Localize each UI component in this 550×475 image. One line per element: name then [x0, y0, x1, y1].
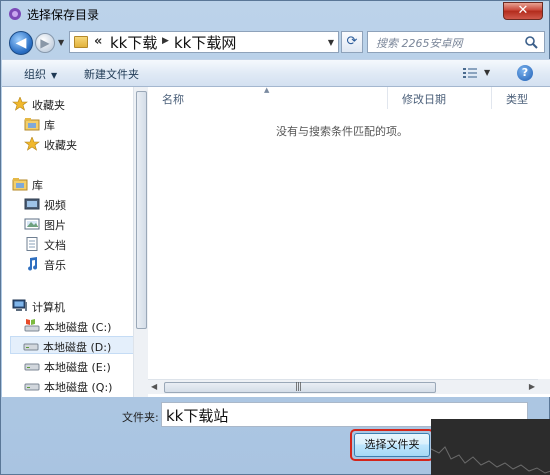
- sidebar-item-favorites-sub[interactable]: 收藏夹: [24, 135, 144, 153]
- sidebar-item-music[interactable]: 音乐: [24, 255, 144, 273]
- address-bar[interactable]: « kk下载 ▶ kk下载网 ▼: [69, 31, 339, 53]
- sidebar-item-libraries[interactable]: 库: [12, 175, 132, 193]
- help-button[interactable]: ?: [517, 65, 533, 81]
- scroll-corner: [538, 379, 550, 394]
- horizontal-scroll-thumb[interactable]: |||: [164, 382, 436, 393]
- folder-label: 文件夹:: [122, 411, 159, 424]
- navigation-row: ◀ ▶ ▼ « kk下载 ▶ kk下载网 ▼ ⟳ 搜索 2265安卓网: [5, 29, 547, 57]
- drive-icon: [23, 343, 39, 351]
- sidebar-item-favorites[interactable]: 收藏夹: [12, 95, 132, 113]
- sidebar-item-videos[interactable]: 视频: [24, 195, 144, 213]
- sidebar-item-drive-e[interactable]: 本地磁盘 (E:): [24, 357, 144, 375]
- video-icon: [24, 198, 40, 210]
- select-folder-highlight: 选择文件夹: [350, 429, 434, 461]
- back-arrow-icon: ◀: [15, 35, 27, 51]
- drive-icon: [24, 319, 40, 332]
- sort-ascending-icon: ▲: [264, 86, 270, 94]
- star-icon: [12, 97, 28, 111]
- new-folder-button[interactable]: 新建文件夹: [84, 66, 139, 82]
- select-folder-button[interactable]: 选择文件夹: [354, 433, 430, 457]
- sidebar-item-drive-c[interactable]: 本地磁盘 (C:): [24, 317, 144, 335]
- dialog-window: 选择保存目录 ✕ ◀ ▶ ▼ « kk下载 ▶ kk下载网 ▼ ⟳ 搜索 226…: [0, 0, 550, 475]
- column-header-modified[interactable]: 修改日期: [388, 87, 492, 109]
- breadcrumb-separator-icon[interactable]: ▶: [162, 36, 169, 46]
- chevron-down-icon: ▼: [51, 71, 58, 80]
- column-header-type[interactable]: 类型: [492, 87, 550, 109]
- library-icon: [12, 178, 28, 191]
- close-icon: ✕: [517, 3, 529, 18]
- library-icon: [24, 118, 40, 131]
- view-dropdown-icon[interactable]: ▼: [484, 68, 490, 77]
- breadcrumb-item[interactable]: kk下载网: [174, 32, 236, 53]
- breadcrumb-item[interactable]: kk下载: [110, 32, 157, 53]
- sidebar-scroll-thumb[interactable]: [136, 91, 147, 329]
- background-area: [431, 419, 550, 475]
- forward-button[interactable]: ▶: [35, 33, 55, 53]
- address-prefix[interactable]: «: [94, 34, 102, 49]
- column-header-name[interactable]: 名称 ▲: [148, 86, 388, 109]
- document-icon: [26, 237, 38, 251]
- sidebar-item-pictures[interactable]: 图片: [24, 215, 144, 233]
- help-icon: ?: [521, 66, 529, 79]
- back-button[interactable]: ◀: [9, 31, 33, 55]
- sidebar-item-drive-d[interactable]: 本地磁盘 (D:): [10, 336, 134, 354]
- sidebar-item-drive-q[interactable]: 本地磁盘 (Q:): [24, 377, 144, 395]
- organize-button[interactable]: 组织 ▼: [24, 66, 57, 82]
- refresh-button[interactable]: ⟳: [341, 31, 363, 53]
- waveform-graphic: [431, 446, 550, 474]
- app-icon: [9, 8, 21, 20]
- scroll-right-icon[interactable]: ▶: [529, 382, 535, 391]
- toolbar: 组织 ▼ 新建文件夹 ▼ ?: [2, 59, 550, 87]
- star-icon: [24, 137, 40, 151]
- refresh-icon: ⟳: [346, 34, 358, 49]
- forward-arrow-icon: ▶: [40, 36, 50, 50]
- drive-icon: [24, 383, 40, 391]
- music-icon: [28, 257, 38, 271]
- sidebar-item-library[interactable]: 库: [24, 115, 144, 133]
- address-dropdown-icon[interactable]: ▼: [328, 38, 334, 47]
- window-title: 选择保存目录: [27, 8, 100, 22]
- close-button[interactable]: ✕: [503, 2, 543, 20]
- file-list[interactable]: 名称 ▲ 修改日期 类型 没有与搜索条件匹配的项。 ◀ ||| ▶: [148, 86, 550, 397]
- search-box[interactable]: 搜索 2265安卓网: [367, 31, 545, 53]
- horizontal-scrollbar[interactable]: ◀ ||| ▶: [148, 379, 538, 394]
- search-input[interactable]: 搜索 2265安卓网: [376, 35, 463, 51]
- picture-icon: [24, 218, 40, 230]
- sidebar-scrollbar[interactable]: [133, 87, 148, 397]
- scroll-left-icon[interactable]: ◀: [151, 382, 157, 391]
- search-icon[interactable]: [524, 35, 538, 49]
- content-area: 收藏夹 库 收藏夹 库 视频 图片 文档 音乐 计算机 本地磁盘 (C:) 本地…: [2, 86, 550, 397]
- view-options-icon[interactable]: [462, 66, 478, 80]
- computer-icon: [12, 299, 27, 311]
- sidebar-item-computer[interactable]: 计算机: [12, 297, 132, 315]
- empty-message: 没有与搜索条件匹配的项。: [276, 125, 408, 138]
- history-dropdown-icon[interactable]: ▼: [58, 38, 64, 47]
- sidebar-item-documents[interactable]: 文档: [24, 235, 144, 253]
- folder-icon: [74, 36, 88, 48]
- title-bar[interactable]: 选择保存目录 ✕: [1, 1, 549, 27]
- navigation-pane: 收藏夹 库 收藏夹 库 视频 图片 文档 音乐 计算机 本地磁盘 (C:) 本地…: [2, 87, 148, 397]
- drive-icon: [24, 363, 40, 371]
- grip-icon: |||: [295, 382, 302, 392]
